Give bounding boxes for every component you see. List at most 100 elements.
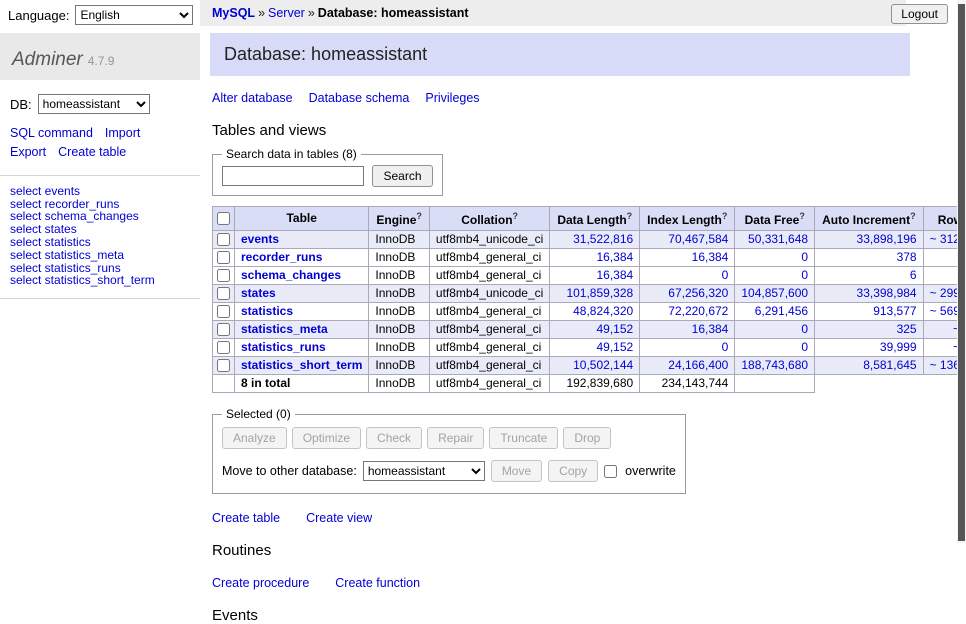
- create-table-link-main[interactable]: Create table: [212, 511, 280, 525]
- help-link[interactable]: ?: [910, 211, 916, 221]
- breadcrumb-separator: »: [308, 6, 315, 20]
- data-length-value-link[interactable]: 10,502,144: [573, 358, 633, 372]
- sidebar-table-link[interactable]: select statistics: [10, 236, 190, 249]
- language-select[interactable]: English: [75, 5, 193, 25]
- help-link[interactable]: ?: [416, 211, 422, 221]
- row-checkbox[interactable]: [217, 269, 230, 282]
- overwrite-checkbox[interactable]: [604, 465, 617, 478]
- table-links: select eventsselect recorder_runsselect …: [0, 175, 200, 299]
- breadcrumb-server-link[interactable]: Server: [268, 6, 305, 20]
- data-free-value-link[interactable]: 0: [801, 340, 808, 354]
- row-checkbox[interactable]: [217, 233, 230, 246]
- import-link[interactable]: Import: [105, 126, 140, 140]
- index-length-value-link[interactable]: 72,220,672: [668, 304, 728, 318]
- logout-button[interactable]: Logout: [891, 4, 948, 24]
- data-length-value-link[interactable]: 101,859,328: [566, 286, 633, 300]
- table-name-link[interactable]: events: [241, 232, 279, 246]
- help-link[interactable]: ?: [722, 211, 728, 221]
- index-length-value-link[interactable]: 0: [722, 268, 729, 282]
- db-select[interactable]: homeassistant: [38, 94, 150, 114]
- row-checkbox[interactable]: [217, 305, 230, 318]
- data-free-value-link[interactable]: 0: [801, 250, 808, 264]
- breadcrumb-mysql-link[interactable]: MySQL: [212, 6, 255, 20]
- row-checkbox[interactable]: [217, 287, 230, 300]
- index-length-value-link[interactable]: 16,384: [692, 250, 729, 264]
- data-free-value-link[interactable]: 188,743,680: [741, 358, 808, 372]
- table-name-link[interactable]: statistics: [241, 304, 293, 318]
- table-name-link[interactable]: states: [241, 286, 276, 300]
- index-length-value-link[interactable]: 16,384: [692, 322, 729, 336]
- drop-button[interactable]: Drop: [563, 427, 611, 449]
- optimize-button[interactable]: Optimize: [292, 427, 361, 449]
- create-procedure-link[interactable]: Create procedure: [212, 576, 309, 590]
- create-function-link[interactable]: Create function: [335, 576, 420, 590]
- data-free-value-link[interactable]: 0: [801, 268, 808, 282]
- index-length-value-link[interactable]: 70,467,584: [668, 232, 728, 246]
- table-name-link[interactable]: statistics_short_term: [241, 358, 362, 372]
- move-button[interactable]: Move: [491, 460, 542, 482]
- data-length-value-link[interactable]: 16,384: [596, 250, 633, 264]
- sidebar-table-link[interactable]: select statistics_meta: [10, 249, 190, 262]
- table-name-link[interactable]: recorder_runs: [241, 250, 322, 264]
- auto-increment-value-link[interactable]: 913,577: [873, 304, 916, 318]
- auto-increment-value-link[interactable]: 325: [897, 322, 917, 336]
- sidebar-table-link[interactable]: select statistics_short_term: [10, 274, 190, 287]
- help-link[interactable]: ?: [513, 211, 519, 221]
- cell-engine: InnoDB: [369, 267, 430, 285]
- data-free-value-link[interactable]: 6,291,456: [755, 304, 808, 318]
- alter-database-link[interactable]: Alter database: [212, 91, 293, 105]
- row-checkbox[interactable]: [217, 341, 230, 354]
- data-free-value-link[interactable]: 0: [801, 322, 808, 336]
- cell-collation: utf8mb4_unicode_ci: [429, 231, 549, 249]
- data-free-value-link[interactable]: 50,331,648: [748, 232, 808, 246]
- auto-increment-value-link[interactable]: 39,999: [880, 340, 917, 354]
- index-length-value-link[interactable]: 24,166,400: [668, 358, 728, 372]
- create-table-link[interactable]: Create table: [58, 145, 126, 159]
- main-content: Database: homeassistant Alter databaseDa…: [200, 26, 910, 624]
- row-checkbox[interactable]: [217, 323, 230, 336]
- privileges-link[interactable]: Privileges: [425, 91, 479, 105]
- data-free-value-link[interactable]: 104,857,600: [741, 286, 808, 300]
- database-schema-link[interactable]: Database schema: [309, 91, 410, 105]
- sidebar-table-link[interactable]: select events: [10, 185, 190, 198]
- truncate-button[interactable]: Truncate: [489, 427, 558, 449]
- row-checkbox[interactable]: [217, 251, 230, 264]
- search-button[interactable]: Search: [372, 165, 432, 187]
- data-length-value-link[interactable]: 48,824,320: [573, 304, 633, 318]
- search-input[interactable]: [222, 166, 364, 186]
- total-row: 8 in totalInnoDButf8mb4_general_ci192,83…: [213, 375, 966, 393]
- language-label: Language:: [8, 8, 69, 23]
- scrollbar[interactable]: [957, 0, 966, 543]
- create-links: Create table Create view: [212, 511, 910, 525]
- table-name-link[interactable]: statistics_meta: [241, 322, 328, 336]
- auto-increment-value-link[interactable]: 33,398,984: [857, 286, 917, 300]
- index-length-value-link[interactable]: 67,256,320: [668, 286, 728, 300]
- move-db-select[interactable]: homeassistant: [363, 461, 485, 481]
- cell-data-length: 49,152: [550, 321, 640, 339]
- copy-button[interactable]: Copy: [548, 460, 598, 482]
- analyze-button[interactable]: Analyze: [222, 427, 287, 449]
- sql-command-link[interactable]: SQL command: [10, 126, 93, 140]
- total-cell: 234,143,744: [640, 375, 735, 393]
- row-checkbox[interactable]: [217, 359, 230, 372]
- data-length-value-link[interactable]: 49,152: [596, 340, 633, 354]
- index-length-value-link[interactable]: 0: [722, 340, 729, 354]
- table-name-link[interactable]: statistics_runs: [241, 340, 326, 354]
- auto-increment-value-link[interactable]: 8,581,645: [863, 358, 916, 372]
- table-row: schema_changesInnoDButf8mb4_general_ci16…: [213, 267, 966, 285]
- check-button[interactable]: Check: [366, 427, 422, 449]
- data-length-value-link[interactable]: 16,384: [596, 268, 633, 282]
- select-all-checkbox[interactable]: [217, 212, 230, 225]
- data-length-value-link[interactable]: 31,522,816: [573, 232, 633, 246]
- auto-increment-value-link[interactable]: 33,898,196: [857, 232, 917, 246]
- help-link[interactable]: ?: [799, 211, 805, 221]
- data-length-value-link[interactable]: 49,152: [596, 322, 633, 336]
- help-link[interactable]: ?: [627, 211, 633, 221]
- scrollbar-thumb[interactable]: [958, 4, 965, 541]
- export-link[interactable]: Export: [10, 145, 46, 159]
- auto-increment-value-link[interactable]: 378: [897, 250, 917, 264]
- create-view-link[interactable]: Create view: [306, 511, 372, 525]
- table-name-link[interactable]: schema_changes: [241, 268, 341, 282]
- auto-increment-value-link[interactable]: 6: [910, 268, 917, 282]
- repair-button[interactable]: Repair: [427, 427, 484, 449]
